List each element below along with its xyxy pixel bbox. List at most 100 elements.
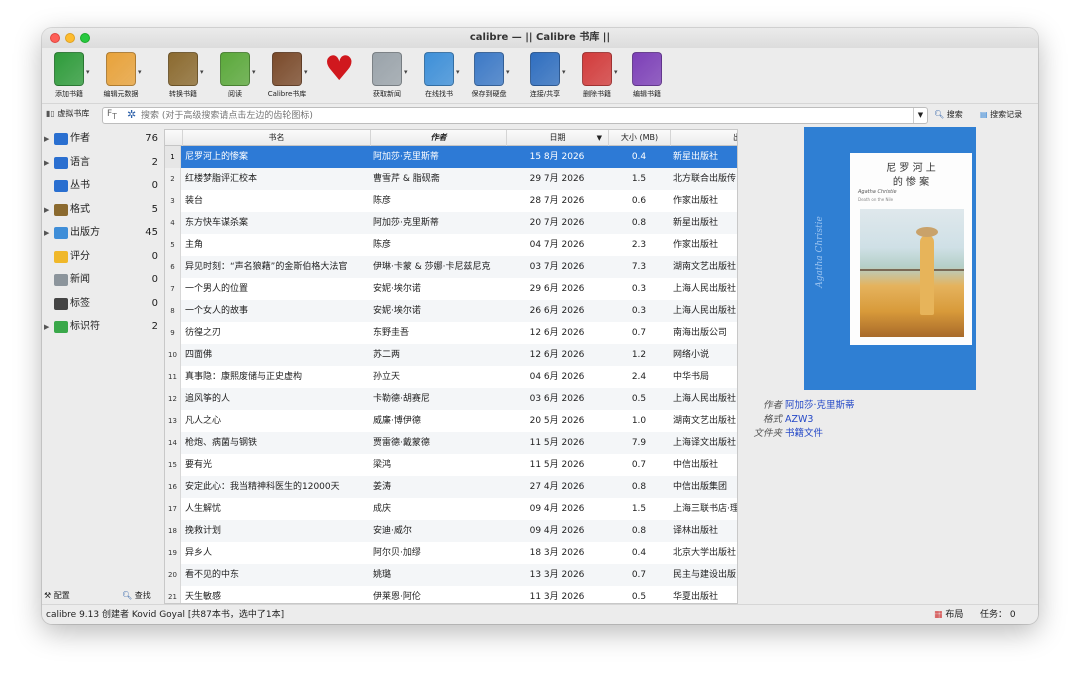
table-row[interactable]: 19 异乡人 阿尔贝·加缪 18 3月 2026 0.4 北京大学出版社 — [165, 542, 737, 564]
sidebar-item-1[interactable]: ▶ 语言 2 — [42, 153, 162, 173]
saved-searches-button[interactable]: ▤ 搜索记录 — [980, 109, 1022, 120]
table-row[interactable]: 7 一个男人的位置 安妮·埃尔诺 29 6月 2026 0.3 上海人民出版社 — [165, 278, 737, 300]
expand-arrow-icon[interactable]: ▶ — [44, 153, 49, 173]
table-row[interactable]: 1 尼罗河上的惨案 阿加莎·克里斯蒂 15 8月 2026 0.4 新星出版社 — [165, 146, 737, 168]
cell-title: 异见时刻：“声名狼藉”的金斯伯格大法官 — [185, 262, 348, 272]
toolbar-button-10[interactable]: 删除书籍 ▾ — [574, 52, 620, 99]
toolbar-button-9[interactable]: 连接/共享 ▾ — [522, 52, 568, 99]
close-window-button[interactable] — [50, 33, 60, 43]
dropdown-arrow-icon[interactable]: ▾ — [404, 68, 408, 76]
toolbar-button-2[interactable]: 转换书籍 ▾ — [160, 52, 206, 99]
dropdown-arrow-icon[interactable]: ▾ — [614, 68, 618, 76]
table-row[interactable]: 5 主角 陈彦 04 7月 2026 2.3 作家出版社 — [165, 234, 737, 256]
table-row[interactable]: 8 一个女人的故事 安妮·埃尔诺 26 6月 2026 0.3 上海人民出版社 — [165, 300, 737, 322]
column-header-publisher[interactable]: 出版 — [671, 130, 737, 146]
search-input[interactable] — [141, 109, 901, 122]
sidebar-item-3[interactable]: ▶ 格式 5 — [42, 200, 162, 220]
cell-publisher: 湖南文艺出版社 — [673, 416, 737, 426]
column-header-date[interactable]: 日期 ▼ — [507, 130, 609, 146]
cell-publisher: 上海人民出版社 — [673, 394, 737, 404]
sidebar-item-4[interactable]: ▶ 出版方 45 — [42, 223, 162, 243]
toolbar-button-8[interactable]: 保存到硬盘 ▾ — [466, 52, 512, 99]
table-row[interactable]: 13 凡人之心 威廉·博伊德 20 5月 2026 1.0 湖南文艺出版社 — [165, 410, 737, 432]
column-header-author[interactable]: 作者 — [371, 130, 507, 146]
metadata-value-link[interactable]: 书籍文件 — [785, 428, 823, 439]
table-row[interactable]: 4 东方快车谋杀案 阿加莎·克里斯蒂 20 7月 2026 0.8 新星出版社 — [165, 212, 737, 234]
toolbar-button-3[interactable]: 阅读 ▾ — [212, 52, 258, 99]
table-row[interactable]: 11 真事隐：康熙废储与正史虚构 孙立天 04 6月 2026 2.4 中华书局 — [165, 366, 737, 388]
metadata-field: 格式 AZW3 — [752, 413, 855, 427]
cover-figure — [920, 235, 934, 315]
advanced-search-gear-icon[interactable]: ✲ — [127, 108, 136, 121]
table-row[interactable]: 16 安定此心：我当精神科医生的12000天 姜涛 27 4月 2026 0.8 中信出版… — [165, 476, 737, 498]
sidebar-item-8[interactable]: ▶ 标识符 2 — [42, 317, 162, 337]
cell-size: 2.3 — [631, 240, 647, 250]
toolbar-label: 在线找书 — [425, 90, 453, 98]
dropdown-arrow-icon[interactable]: ▾ — [86, 68, 90, 76]
news-icon — [54, 274, 68, 286]
cell-publisher: 中信出版集团 — [673, 482, 728, 492]
table-row[interactable]: 17 人生解忧 成庆 09 4月 2026 1.5 上海三联书店·理 — [165, 498, 737, 520]
column-header-title[interactable]: 书名 — [183, 130, 371, 146]
cell-date: 18 3月 2026 — [529, 548, 585, 558]
book-cover[interactable]: 尼 罗 河 上 的 惨 案 Agatha Christie Death on t… — [804, 127, 976, 390]
row-number: 19 — [165, 542, 181, 564]
zoom-window-button[interactable] — [80, 33, 90, 43]
dropdown-arrow-icon[interactable]: ▾ — [506, 68, 510, 76]
sidebar-item-6[interactable]: 新闻 0 — [42, 270, 162, 290]
table-row[interactable]: 3 装台 陈彦 28 7月 2026 0.6 作家出版社 — [165, 190, 737, 212]
table-row[interactable]: 12 追风筝的人 卡勒德·胡赛尼 03 6月 2026 0.5 上海人民出版社 — [165, 388, 737, 410]
sidebar-item-5[interactable]: 评分 0 — [42, 247, 162, 267]
table-row[interactable]: 10 四面佛 苏二两 12 6月 2026 1.2 网络小说 — [165, 344, 737, 366]
expand-arrow-icon[interactable]: ▶ — [44, 223, 49, 243]
sidebar-item-0[interactable]: ▶ 作者 76 — [42, 129, 162, 149]
table-row[interactable]: 2 红楼梦脂评汇校本 曹雪芹 & 脂砚斋 29 7月 2026 1.5 北方联合出版传 — [165, 168, 737, 190]
table-row[interactable]: 6 异见时刻：“声名狼藉”的金斯伯格大法官 伊琳·卡蒙 & 莎娜·卡尼兹尼克 03 7… — [165, 256, 737, 278]
dropdown-arrow-icon[interactable]: ▾ — [562, 68, 566, 76]
configure-tag-browser-button[interactable]: ⚒ 配置 — [44, 590, 70, 601]
minimize-window-button[interactable] — [65, 33, 75, 43]
sidebar-item-7[interactable]: 标签 0 — [42, 294, 162, 314]
toolbar-button-1[interactable]: 编辑元数据 ▾ — [98, 52, 144, 99]
dropdown-arrow-icon[interactable]: ▾ — [252, 68, 256, 76]
layout-button[interactable]: ▦ 布局 — [934, 605, 963, 624]
toolbar-button-11[interactable]: 编辑书籍 — [624, 52, 670, 99]
cell-publisher: 作家出版社 — [673, 240, 719, 250]
virtual-library-button[interactable]: ▮▯ 虚拟书库 — [46, 108, 89, 119]
table-row[interactable]: 14 枪炮、病菌与钢铁 贾雷德·戴蒙德 11 5月 2026 7.9 上海译文出版社 — [165, 432, 737, 454]
status-bar: calibre 9.13 创建者 Kovid Goyal [共87本书，选中了1… — [42, 604, 1038, 624]
toolbar-button-7[interactable]: 在线找书 ▾ — [416, 52, 462, 99]
expand-arrow-icon[interactable]: ▶ — [44, 129, 49, 149]
dropdown-arrow-icon[interactable]: ▾ — [200, 68, 204, 76]
toolbar-button-6[interactable]: 获取新闻 ▾ — [364, 52, 410, 99]
search-button[interactable]: 🔍︎ 搜索 — [934, 109, 963, 120]
full-text-search-icon[interactable]: FT — [107, 109, 117, 121]
table-row[interactable]: 18 挽救计划 安迪·威尔 09 4月 2026 0.8 译林出版社 — [165, 520, 737, 542]
expand-arrow-icon[interactable]: ▶ — [44, 317, 49, 337]
table-row[interactable]: 20 看不见的中东 姚璐 13 3月 2026 0.7 民主与建设出版 — [165, 564, 737, 586]
dropdown-arrow-icon[interactable]: ▾ — [456, 68, 460, 76]
column-header-size[interactable]: 大小 (MB) — [609, 130, 671, 146]
find-in-tag-browser-button[interactable]: 🔍︎ 查找 — [122, 590, 151, 601]
toolbar-button-5[interactable]: ♥ — [316, 52, 362, 89]
expand-arrow-icon[interactable]: ▶ — [44, 200, 49, 220]
cell-date: 27 4月 2026 — [529, 482, 585, 492]
table-row[interactable]: 21 天生敏感 伊莱恩·阿伦 11 3月 2026 0.5 华夏出版社 — [165, 586, 737, 603]
toolbar-button-0[interactable]: 添加书籍 ▾ — [46, 52, 92, 99]
search-history-dropdown[interactable]: ▼ — [913, 108, 927, 123]
dropdown-arrow-icon[interactable]: ▾ — [304, 68, 308, 76]
tag-browser: ▶ 作者 76 ▶ 语言 2 丛书 0 ▶ 格式 5 ▶ 出版方 45 评分 0 新闻 0 标签 0 ▶ 标识符 2 — [42, 127, 162, 587]
cell-date: 13 3月 2026 — [529, 570, 585, 580]
dropdown-arrow-icon[interactable]: ▾ — [138, 68, 142, 76]
cell-publisher: 南海出版公司 — [673, 328, 728, 338]
table-row[interactable]: 9 彷徨之刃 东野圭吾 12 6月 2026 0.7 南海出版公司 — [165, 322, 737, 344]
cell-author: 陈彦 — [373, 196, 392, 206]
toolbar-button-4[interactable]: Calibre书库 ▾ — [264, 52, 310, 99]
publisher-icon — [54, 227, 68, 239]
table-row[interactable]: 15 要有光 梁鸿 11 5月 2026 0.7 中信出版社 — [165, 454, 737, 476]
metadata-value-link[interactable]: AZW3 — [785, 414, 813, 425]
sidebar-item-2[interactable]: 丛书 0 — [42, 176, 162, 196]
metadata-value-link[interactable]: 阿加莎·克里斯蒂 — [785, 400, 855, 411]
jobs-indicator[interactable]: 任务： 0 — [980, 605, 1016, 624]
row-number: 14 — [165, 432, 181, 454]
